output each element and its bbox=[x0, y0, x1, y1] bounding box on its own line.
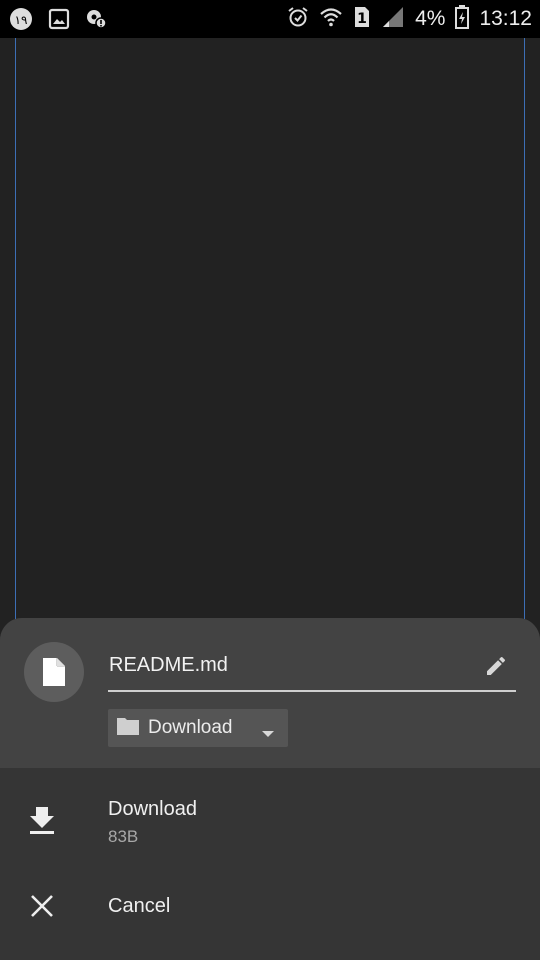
notification-badge-icon: ۱۹ bbox=[8, 6, 34, 37]
location-icon bbox=[84, 7, 108, 36]
dropdown-caret-icon bbox=[262, 725, 274, 743]
signal-icon bbox=[381, 5, 405, 34]
image-icon bbox=[48, 8, 70, 35]
filename-input[interactable]: README.md bbox=[108, 648, 516, 692]
edit-pencil-icon[interactable] bbox=[484, 654, 508, 683]
edge-line-right bbox=[524, 38, 525, 638]
cancel-label: Cancel bbox=[108, 895, 171, 917]
download-icon bbox=[28, 805, 56, 840]
battery-icon bbox=[455, 4, 470, 34]
battery-percent: 4% bbox=[415, 7, 446, 30]
cancel-action[interactable]: Cancel bbox=[0, 880, 540, 950]
svg-text:1: 1 bbox=[357, 11, 367, 27]
svg-text:۱۹: ۱۹ bbox=[15, 13, 28, 27]
download-bottom-sheet: README.md Download Download 83B Cancel bbox=[0, 618, 540, 960]
folder-dropdown[interactable]: Download bbox=[108, 709, 288, 747]
file-icon bbox=[43, 658, 65, 686]
folder-icon bbox=[116, 716, 140, 741]
edge-line-left bbox=[15, 38, 16, 638]
download-action[interactable]: Download 83B bbox=[0, 788, 540, 868]
filename-text[interactable]: README.md bbox=[109, 654, 228, 677]
close-icon bbox=[30, 894, 54, 923]
status-bar: ۱۹ 1 4% 13:12 bbox=[0, 0, 540, 38]
wifi-icon bbox=[319, 5, 343, 34]
folder-label: Download bbox=[148, 717, 233, 738]
sheet-header: README.md Download bbox=[0, 618, 540, 768]
clock: 13:12 bbox=[479, 7, 532, 30]
sim-1-icon: 1 bbox=[353, 5, 371, 34]
download-size: 83B bbox=[108, 827, 139, 846]
download-label: Download bbox=[108, 798, 197, 820]
alarm-icon bbox=[287, 6, 309, 33]
file-avatar bbox=[24, 642, 84, 702]
